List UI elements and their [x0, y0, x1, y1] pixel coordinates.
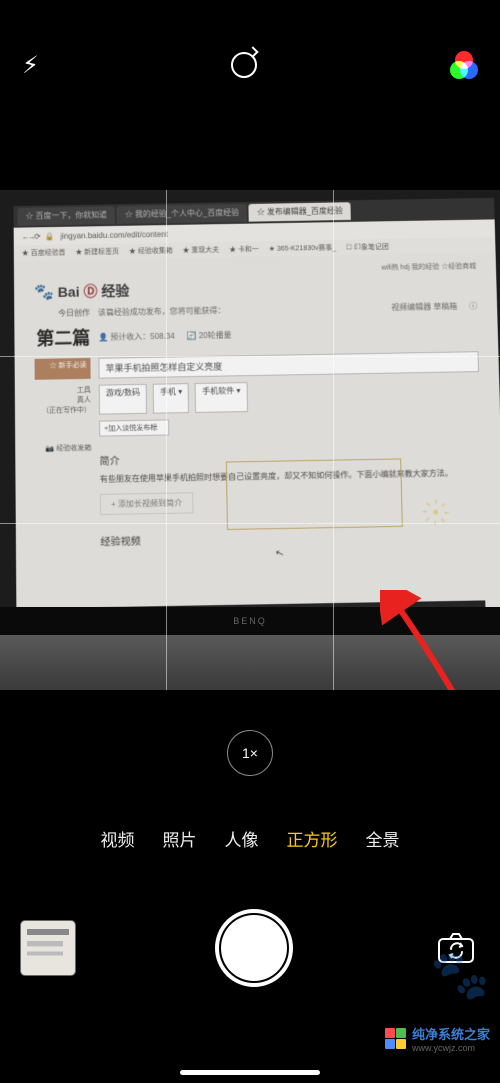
last-photo-thumbnail[interactable]	[20, 920, 76, 976]
video-heading: 经验视频	[100, 526, 483, 548]
bookmark: ★ 新建标签页	[75, 247, 119, 258]
side-newbie: ☆ 新手必读	[35, 358, 91, 380]
sub-select-2: 手机软件 ▾	[195, 382, 248, 413]
mode-video[interactable]: 视频	[101, 826, 135, 851]
camera-top-bar: ⚡︎	[0, 40, 500, 90]
bookmark: ☐ 印象笔记团	[346, 242, 389, 253]
browser-tab: ☆ 我的经验_个人中心_百度经验	[117, 204, 247, 224]
bookmark: ★ 365-K21830v赛事_	[269, 243, 336, 254]
article-count: 第二篇	[34, 324, 90, 351]
nav-dots: ← → ⟳	[22, 232, 39, 241]
side-box: 📷 经验收发箱	[35, 443, 92, 556]
head-right: 视频编辑器 草稿箱	[391, 301, 457, 313]
add-video-button: + 添加长视频到简介	[100, 492, 194, 515]
webpage-content: wifi热 hdj 我的经验 ☆经验商城 🐾BaiⒹ经验 今日创作 该篇经验成功…	[14, 253, 500, 622]
mode-square[interactable]: 正方形	[287, 826, 338, 851]
bookmark: ★ 经验收集箱	[129, 246, 173, 257]
bookmark: ★ 卡和一	[229, 244, 259, 254]
baidu-logo: 🐾BaiⒹ经验	[34, 281, 129, 302]
brightness-sun-icon	[428, 505, 442, 519]
watermark-title: 纯净系统之家	[412, 1024, 490, 1043]
side-items: 工具 真人 （正在写作中）	[35, 385, 91, 416]
camera-controls	[0, 903, 500, 993]
flash-icon[interactable]: ⚡︎	[22, 51, 39, 80]
filters-icon[interactable]	[450, 51, 478, 79]
mode-pano[interactable]: 全景	[366, 826, 400, 851]
stat-rotation: 🔄 20轮播量	[186, 329, 231, 341]
category-select: 游戏/数码	[99, 384, 148, 415]
stat-income: 👤 预计收入：508.34	[98, 330, 175, 342]
url-text: jingyan.baidu.com/edit/content	[60, 229, 167, 240]
desk-surface	[0, 635, 500, 690]
timer-icon[interactable]	[231, 52, 257, 78]
browser-tab: ☆ 百度一下，你就知道	[17, 206, 115, 225]
watermark-logo-icon	[385, 1028, 406, 1049]
browser-tab-active: ☆ 发布编辑器_百度经验	[249, 202, 351, 221]
watermark: 纯净系统之家 www.ycwjz.com	[385, 1024, 490, 1053]
sub-select-1: 手机 ▾	[153, 383, 190, 414]
camera-viewport[interactable]: ☆ 百度一下，你就知道 ☆ 我的经验_个人中心_百度经验 ☆ 发布编辑器_百度经…	[0, 190, 500, 690]
mode-portrait[interactable]: 人像	[225, 826, 259, 851]
success-text: 该篇经验成功发布，您将可能获得：	[98, 305, 226, 318]
paw-watermark-icon: 🐾	[430, 946, 490, 1003]
lock-icon: 🔒	[45, 231, 55, 240]
bookmark: ★ 百度经验首	[22, 247, 66, 258]
paw-icon: 🐾	[34, 282, 54, 302]
shutter-button[interactable]	[215, 909, 293, 987]
mode-photo[interactable]: 照片	[163, 826, 197, 851]
tag-input: +加入淡悦发布标	[99, 419, 169, 436]
monitor-bezel: BENQ	[0, 607, 500, 635]
home-indicator[interactable]	[180, 1070, 320, 1075]
title-input: 苹果手机拍照怎样自定义亮度	[98, 351, 479, 379]
focus-rectangle	[226, 458, 403, 530]
today-label: 今日创作	[34, 307, 90, 319]
camera-modes: 视频 照片 人像 正方形 全景	[0, 820, 500, 856]
watermark-url: www.ycwjz.com	[412, 1043, 490, 1053]
zoom-button[interactable]: 1×	[227, 730, 273, 776]
monitor-in-photo: ☆ 百度一下，你就知道 ☆ 我的经验_个人中心_百度经验 ☆ 发布编辑器_百度经…	[0, 190, 500, 657]
bookmark: ★ 重现大夫	[182, 245, 219, 255]
